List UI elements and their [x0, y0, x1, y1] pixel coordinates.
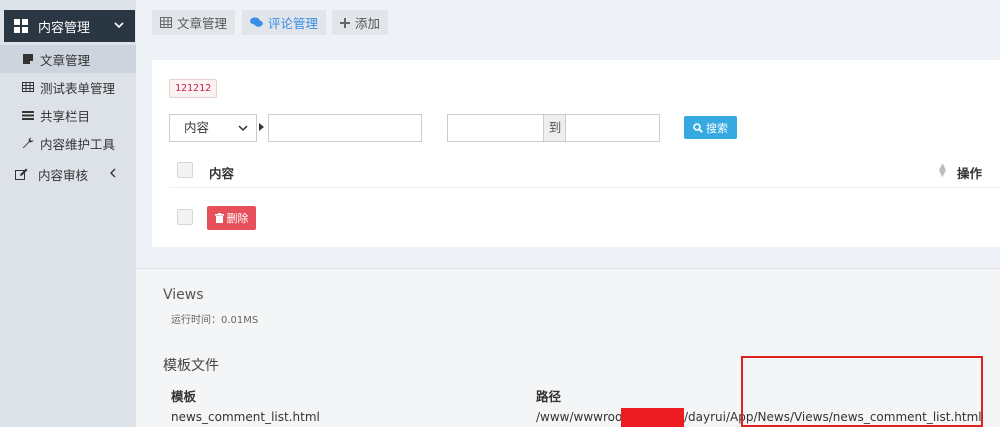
search-icon: [693, 122, 703, 133]
delete-button[interactable]: 删除: [207, 206, 256, 230]
column-header-path: 路径: [536, 389, 562, 404]
sort-icon[interactable]: ▲ ▼: [939, 163, 946, 179]
trash-icon: [214, 213, 224, 223]
list-icon: [22, 111, 34, 120]
table-icon: [22, 82, 34, 92]
sidebar-header-label: 内容管理: [38, 20, 91, 36]
search-button[interactable]: 搜索: [684, 116, 737, 139]
sidebar-item-label: 测试表单管理: [40, 80, 116, 96]
code-badge: 121212: [169, 79, 218, 98]
plus-icon: [340, 17, 350, 28]
sidebar: 内容管理 文章管理 测试表单管理 共享栏目 内容维护工具 内容审核: [0, 0, 136, 427]
field-select-value: 内容: [184, 120, 210, 135]
chevron-down-icon: [238, 125, 248, 132]
comment-list-card: 121212 内容 到 搜索 内容 ▲ ▼ 操作 删除: [152, 60, 1000, 247]
sidebar-item-shared-columns[interactable]: 共享栏目: [0, 101, 136, 129]
sidebar-group-label: 内容审核: [38, 167, 89, 183]
tab-label: 评论管理: [268, 16, 319, 31]
column-header-template: 模板: [171, 389, 197, 404]
keyword-input[interactable]: [268, 114, 422, 142]
tab-add[interactable]: 添加: [332, 10, 389, 35]
wrench-icon: [22, 137, 34, 149]
tab-articles[interactable]: 文章管理: [152, 10, 236, 35]
sidebar-item-articles[interactable]: 文章管理: [0, 45, 136, 73]
edit-icon: [15, 168, 28, 180]
views-title: Views: [163, 287, 204, 303]
row-checkbox[interactable]: [177, 209, 193, 225]
note-icon: [23, 54, 33, 64]
range-start-input[interactable]: [447, 114, 544, 142]
field-select[interactable]: 内容: [169, 114, 257, 142]
grid-icon: [14, 19, 28, 33]
range-end-input[interactable]: [565, 114, 660, 142]
sidebar-header-content-management[interactable]: 内容管理: [4, 10, 135, 42]
table-icon: [160, 17, 172, 28]
sidebar-item-label: 文章管理: [40, 52, 91, 68]
highlight-box: [741, 356, 983, 427]
select-all-checkbox[interactable]: [177, 162, 193, 178]
tab-label: 文章管理: [177, 16, 228, 31]
delete-button-label: 删除: [226, 212, 249, 225]
redaction-block: [621, 408, 684, 427]
table-header: 内容 ▲ ▼ 操作: [169, 154, 1000, 188]
template-path-prefix: /www/wwwroot/: [536, 410, 632, 424]
sidebar-group-content-review[interactable]: 内容审核: [0, 160, 136, 188]
sidebar-item-maintenance-tools[interactable]: 内容维护工具: [0, 129, 136, 157]
range-separator: 到: [544, 114, 566, 142]
template-files-title: 模板文件: [163, 358, 219, 374]
sidebar-item-label: 内容维护工具: [40, 136, 116, 152]
chevron-down-icon: [114, 22, 124, 29]
column-header-content[interactable]: 内容: [209, 163, 234, 182]
caret-right-icon: [259, 123, 264, 131]
tab-comments[interactable]: 评论管理: [242, 10, 327, 35]
search-button-label: 搜索: [706, 121, 728, 135]
top-tabs: 文章管理 评论管理 添加: [136, 0, 1000, 46]
comments-icon: [250, 17, 263, 27]
chevron-left-icon: [110, 168, 116, 178]
sidebar-item-test-form[interactable]: 测试表单管理: [0, 73, 136, 101]
sidebar-item-label: 共享栏目: [40, 108, 91, 124]
tab-label: 添加: [355, 16, 381, 31]
column-header-action: 操作: [957, 166, 983, 181]
runtime-text: 运行时间：0.01MS: [171, 315, 259, 326]
template-file-name: news_comment_list.html: [171, 410, 320, 424]
